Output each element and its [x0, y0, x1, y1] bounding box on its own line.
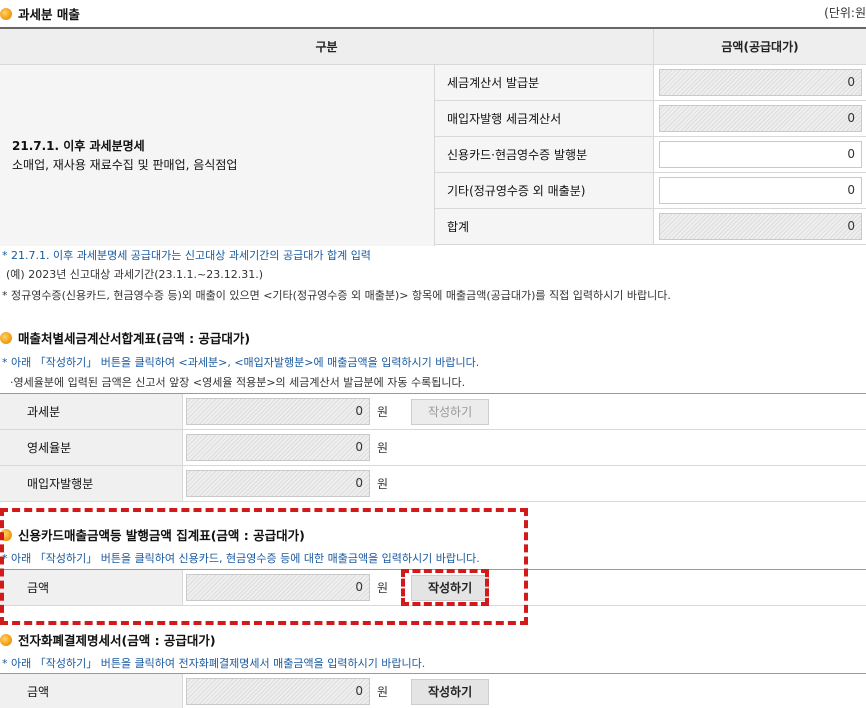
section-title-text: 전자화폐결제명세서(금액 : 공급대가)	[18, 633, 216, 648]
note-text: ·영세율분에 입력된 금액은 신고서 앞장 <영세율 적용분>의 세금계산서 발…	[10, 376, 466, 389]
buyer-issued-invoice-amount-field: 0	[659, 105, 862, 132]
sales-invoice-summary-table: 과세분 0 원 작성하기 영세율분 0 원 매입자발행분 0 원	[0, 393, 866, 502]
row-label: 과세분	[0, 394, 183, 429]
table-row: 금액 0 원 작성하기	[0, 674, 866, 708]
section-title-e-money-statement: 전자화폐결제명세서(금액 : 공급대가)	[0, 630, 216, 649]
e-money-statement-table: 금액 0 원 작성하기	[0, 673, 866, 708]
table-row: 매입자발행분 0 원	[0, 466, 866, 502]
table-row: 세금계산서 발급분 0	[435, 65, 866, 101]
row-label: 기타(정규영수증 외 매출분)	[435, 173, 654, 208]
bullet-icon	[0, 633, 12, 646]
group-label-line2: 소매업, 재사용 재료수집 및 판매업, 음식점업	[12, 157, 238, 172]
taxable-sales-table: 구분 금액(공급대가) 21.7.1. 이후 과세분명세 소매업, 재사용 재료…	[0, 27, 866, 246]
buyer-issued-amount-field: 0	[186, 470, 370, 497]
card-cash-receipt-amount-input[interactable]: 0	[659, 141, 862, 168]
section-title-taxable-sales: 과세분 매출	[0, 4, 80, 23]
table-row: 합계 0	[435, 209, 866, 245]
section-title-text: 매출처별세금계산서합계표(금액 : 공급대가)	[18, 331, 251, 346]
table-row: 과세분 0 원 작성하기	[0, 394, 866, 430]
won-unit: 원	[377, 477, 389, 491]
row-label: 금액	[0, 674, 183, 708]
row-label: 영세율분	[0, 430, 183, 465]
group-label-line1: 21.7.1. 이후 과세분명세	[12, 138, 145, 153]
table-row: 신용카드·현금영수증 발행분 0	[435, 137, 866, 173]
row-label: 세금계산서 발급분	[435, 65, 654, 100]
write-button-taxable[interactable]: 작성하기	[411, 398, 490, 425]
won-unit: 원	[377, 685, 389, 699]
header-category: 구분	[0, 29, 654, 64]
highlight-box-section	[0, 508, 528, 625]
other-sales-amount-input[interactable]: 0	[659, 177, 862, 204]
table-row: 기타(정규영수증 외 매출분) 0	[435, 173, 866, 209]
note-text: (예) 2023년 신고대상 과세기간(23.1.1.~23.12.31.)	[6, 268, 264, 281]
highlight-box-button	[401, 569, 489, 606]
bullet-icon	[0, 7, 12, 20]
note-text: * 21.7.1. 이후 과세분명세 공급대가는 신고대상 과세기간의 공급대가…	[2, 249, 371, 262]
unit-label: (단위:원	[824, 6, 866, 20]
row-label: 신용카드·현금영수증 발행분	[435, 137, 654, 172]
note-text: * 아래 「작성하기」 버튼을 클릭하여 <과세분>, <매입자발행분>에 매출…	[2, 356, 480, 369]
won-unit: 원	[377, 405, 389, 419]
total-amount-field: 0	[659, 213, 862, 240]
section-title-sales-invoice-summary: 매출처별세금계산서합계표(금액 : 공급대가)	[0, 328, 250, 347]
group-label: 21.7.1. 이후 과세분명세 소매업, 재사용 재료수집 및 판매업, 음식…	[0, 65, 435, 246]
row-label: 매입자발행 세금계산서	[435, 101, 654, 136]
e-money-amount-field: 0	[186, 678, 370, 705]
bullet-icon	[0, 331, 12, 344]
row-label: 매입자발행분	[0, 466, 183, 501]
table-row: 영세율분 0 원	[0, 430, 866, 466]
won-unit: 원	[377, 441, 389, 455]
note-text: * 정규영수증(신용카드, 현금영수증 등)외 매출이 있으면 <기타(정규영수…	[2, 289, 671, 302]
zero-rate-amount-field: 0	[186, 434, 370, 461]
table-header: 구분 금액(공급대가)	[0, 29, 866, 65]
row-label: 합계	[435, 209, 654, 244]
tax-invoice-amount-field: 0	[659, 69, 862, 96]
taxable-amount-field: 0	[186, 398, 370, 425]
section-title-text: 과세분 매출	[18, 7, 80, 22]
header-amount: 금액(공급대가)	[721, 40, 799, 54]
write-button-e-money[interactable]: 작성하기	[411, 678, 490, 705]
table-row: 매입자발행 세금계산서 0	[435, 101, 866, 137]
note-text: * 아래 「작성하기」 버튼을 클릭하여 전자화폐결제명세서 매출금액을 입력하…	[2, 657, 426, 670]
